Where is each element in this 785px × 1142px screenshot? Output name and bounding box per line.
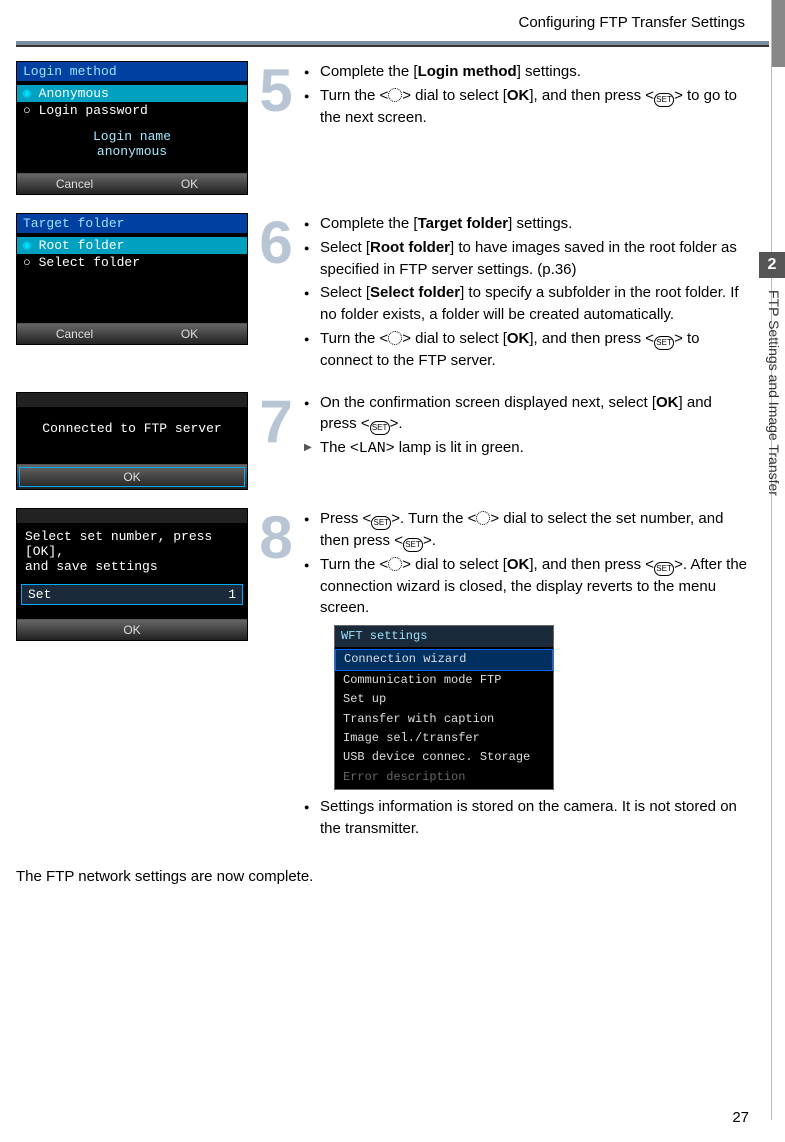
dial-icon — [476, 511, 490, 525]
radio-root-folder: Root folder — [17, 237, 247, 254]
set-icon: SET — [654, 93, 674, 107]
screenshot-wft-settings: WFT settings Connection wizard Communica… — [334, 625, 554, 790]
step-7: Connected to FTP server OK 7 On the conf… — [16, 392, 755, 490]
dial-icon — [388, 88, 402, 102]
step7-bullet2: The <LAN> lamp is lit in green. — [304, 437, 751, 460]
inset-title: WFT settings — [335, 626, 553, 647]
screenshot-login-method: Login method Anonymous Login password Lo… — [16, 61, 248, 195]
ok-button: OK — [19, 467, 245, 487]
menu-setup: Set up — [335, 690, 553, 709]
menu-image-sel: Image sel./transfer — [335, 729, 553, 748]
page-header: Configuring FTP Transfer Settings — [0, 0, 785, 37]
set-icon: SET — [654, 336, 674, 350]
dial-icon — [388, 557, 402, 571]
menu-transfer-caption: Transfer with caption — [335, 710, 553, 729]
set-label: Set — [28, 587, 51, 602]
menu-comm-mode: Communication mode FTP — [335, 671, 553, 690]
set-value: 1 — [228, 587, 236, 602]
screenshot-title: Login method — [17, 62, 247, 81]
login-name-value: anonymous — [17, 144, 247, 159]
select-set-line2: and save settings — [25, 559, 239, 574]
login-name-label: Login name — [17, 129, 247, 144]
ok-button: OK — [17, 620, 247, 640]
set-icon: SET — [371, 516, 391, 530]
step8-bullet3: Settings information is stored on the ca… — [304, 796, 751, 840]
menu-usb-device: USB device connec. Storage — [335, 748, 553, 767]
connected-message: Connected to FTP server — [17, 407, 247, 450]
step-number-8: 8 — [248, 508, 304, 562]
set-icon: SET — [654, 562, 674, 576]
step8-bullet1: Press <SET>. Turn the <> dial to select … — [304, 508, 751, 552]
radio-select-folder: Select folder — [17, 254, 247, 271]
cancel-button: Cancel — [17, 324, 132, 344]
step5-bullet1: Complete the [Login method] settings. — [304, 61, 751, 83]
footer-text: The FTP network settings are now complet… — [0, 860, 785, 885]
step6-bullet1: Complete the [Target folder] settings. — [304, 213, 751, 235]
step-number-5: 5 — [248, 61, 304, 115]
ok-button: OK — [132, 174, 247, 194]
select-set-line1: Select set number, press [OK], — [25, 529, 239, 559]
set-icon: SET — [403, 538, 423, 552]
set-icon: SET — [370, 421, 390, 435]
chapter-tab: 2 — [759, 252, 785, 278]
step6-bullet4: Turn the <> dial to select [OK], and the… — [304, 328, 751, 372]
radio-anonymous: Anonymous — [17, 85, 247, 102]
radio-login-password: Login password — [17, 102, 247, 119]
screenshot-connected: Connected to FTP server OK — [16, 392, 248, 490]
screenshot-target-folder: Target folder Root folder Select folder … — [16, 213, 248, 345]
page-number: 27 — [732, 1109, 749, 1126]
ok-button: OK — [132, 324, 247, 344]
step5-bullet2: Turn the <> dial to select [OK], and the… — [304, 85, 751, 129]
step-6: Target folder Root folder Select folder … — [16, 213, 755, 374]
step8-bullet2: Turn the <> dial to select [OK], and the… — [304, 554, 751, 620]
dial-icon — [388, 331, 402, 345]
step6-bullet3: Select [Select folder] to specify a subf… — [304, 282, 751, 326]
screenshot-title: Target folder — [17, 214, 247, 233]
header-rule — [16, 41, 769, 47]
chapter-side-label: FTP Settings and Image Transfer — [762, 290, 782, 590]
cancel-button: Cancel — [17, 174, 132, 194]
step-8: Select set number, press [OK], and save … — [16, 508, 755, 842]
menu-connection-wizard: Connection wizard — [335, 649, 553, 670]
step6-bullet2: Select [Root folder] to have images save… — [304, 237, 751, 281]
screenshot-select-set: Select set number, press [OK], and save … — [16, 508, 248, 641]
menu-error-desc: Error description — [335, 768, 553, 787]
step7-bullet1: On the confirmation screen displayed nex… — [304, 392, 751, 436]
step-number-7: 7 — [248, 392, 304, 446]
step-number-6: 6 — [248, 213, 304, 267]
step-5: Login method Anonymous Login password Lo… — [16, 61, 755, 195]
